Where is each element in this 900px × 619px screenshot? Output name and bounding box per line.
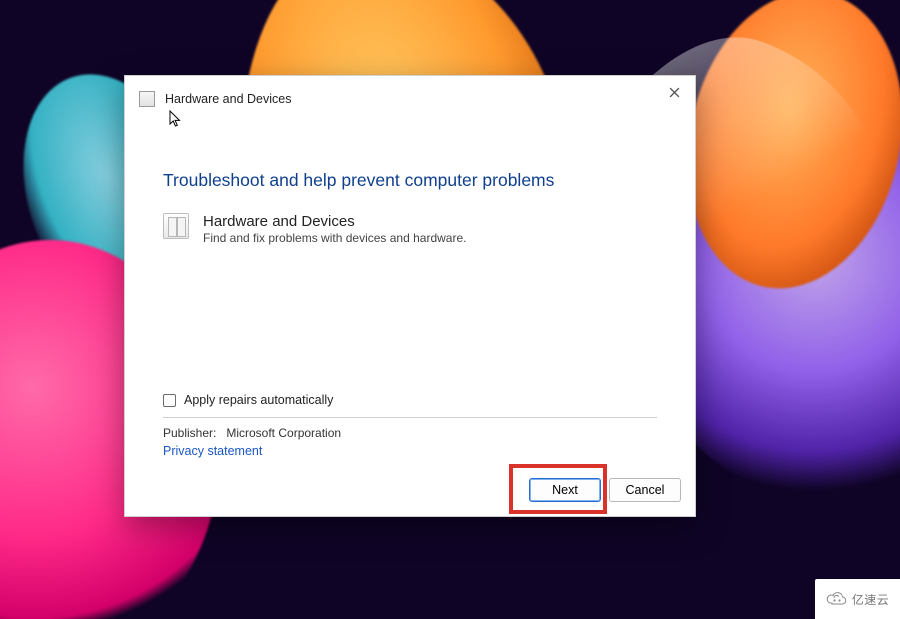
cloud-icon	[826, 590, 848, 608]
hardware-icon	[163, 213, 189, 239]
close-button[interactable]	[659, 80, 689, 104]
publisher-value: Microsoft Corporation	[226, 426, 341, 440]
separator	[163, 417, 657, 418]
troubleshooter-title: Hardware and Devices	[203, 213, 466, 230]
next-button[interactable]: Next	[529, 478, 601, 502]
close-icon	[669, 87, 680, 98]
troubleshooter-subtitle: Find and fix problems with devices and h…	[203, 231, 466, 245]
apply-repairs-checkbox[interactable]	[163, 394, 176, 407]
publisher-row: Publisher: Microsoft Corporation	[163, 426, 657, 440]
troubleshooter-item[interactable]: Hardware and Devices Find and fix proble…	[163, 213, 657, 245]
cancel-button[interactable]: Cancel	[609, 478, 681, 502]
dialog-content: Troubleshoot and help prevent computer p…	[125, 122, 695, 458]
troubleshooter-dialog: Hardware and Devices Troubleshoot and he…	[124, 75, 696, 517]
titlebar: Hardware and Devices	[125, 76, 695, 122]
troubleshooter-app-icon	[139, 91, 155, 107]
watermark-text: 亿速云	[852, 591, 890, 608]
privacy-statement-link[interactable]: Privacy statement	[163, 444, 657, 458]
apply-repairs-label: Apply repairs automatically	[184, 393, 333, 407]
watermark: 亿速云	[815, 579, 900, 619]
page-heading: Troubleshoot and help prevent computer p…	[163, 170, 657, 191]
window-title: Hardware and Devices	[165, 92, 291, 106]
dialog-buttons: Next Cancel	[125, 458, 695, 516]
publisher-label: Publisher:	[163, 426, 223, 440]
